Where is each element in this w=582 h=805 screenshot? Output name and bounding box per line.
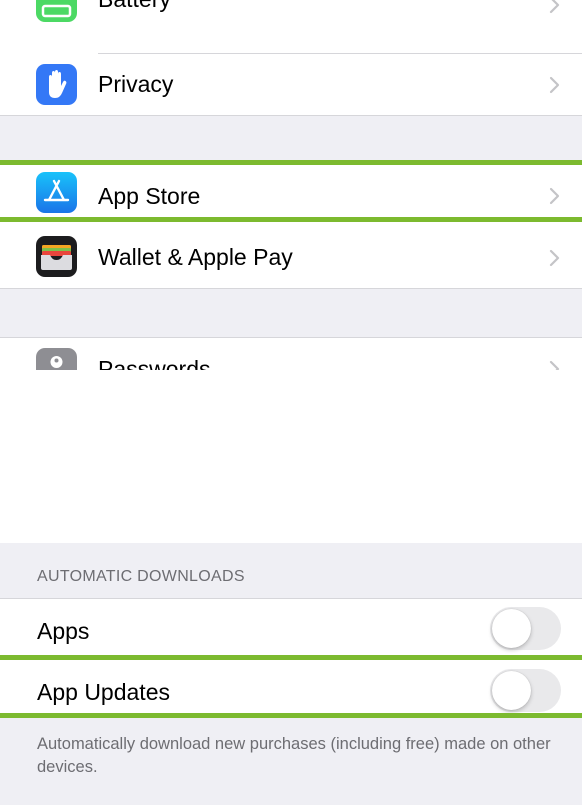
chevron-right-icon	[549, 76, 560, 94]
chevron-right-icon	[549, 249, 560, 267]
app-updates-row: App Updates	[0, 660, 582, 713]
toggle-knob	[492, 609, 531, 648]
hand-icon	[36, 64, 77, 105]
group-gap	[0, 116, 582, 160]
settings-item-app-store[interactable]: App Store	[0, 165, 582, 218]
wallet-icon	[36, 236, 77, 277]
app-updates-toggle[interactable]	[490, 669, 561, 712]
apps-toggle[interactable]	[490, 607, 561, 650]
highlight-border-bottom	[0, 217, 582, 222]
toggle-knob	[492, 671, 531, 710]
settings-screen: Battery Privacy App Store	[0, 0, 582, 805]
chevron-right-icon	[549, 360, 560, 370]
app-store-icon	[36, 172, 77, 213]
settings-item-passwords[interactable]: Passwords	[0, 338, 582, 370]
app-updates-label: App Updates	[37, 679, 170, 705]
settings-item-label: Battery	[98, 0, 171, 13]
settings-item-wallet[interactable]: Wallet & Apple Pay	[0, 226, 582, 288]
group-gap	[0, 289, 582, 337]
settings-item-label: Privacy	[98, 71, 174, 97]
section-footer: Automatically download new purchases (in…	[37, 735, 551, 776]
settings-item-label: App Store	[98, 183, 201, 209]
apps-row: Apps	[0, 599, 582, 655]
settings-item-label: Wallet & Apple Pay	[98, 244, 293, 270]
chevron-right-icon	[549, 187, 560, 205]
section-header: AUTOMATIC DOWNLOADS	[37, 568, 245, 585]
highlight-border-top	[0, 160, 582, 165]
settings-item-battery[interactable]: Battery	[0, 0, 582, 53]
settings-item-label: Passwords	[98, 356, 211, 370]
battery-icon	[36, 0, 77, 22]
settings-item-privacy[interactable]: Privacy	[0, 54, 582, 115]
chevron-right-icon	[549, 0, 560, 14]
key-icon	[36, 348, 77, 370]
apps-label: Apps	[37, 618, 90, 644]
